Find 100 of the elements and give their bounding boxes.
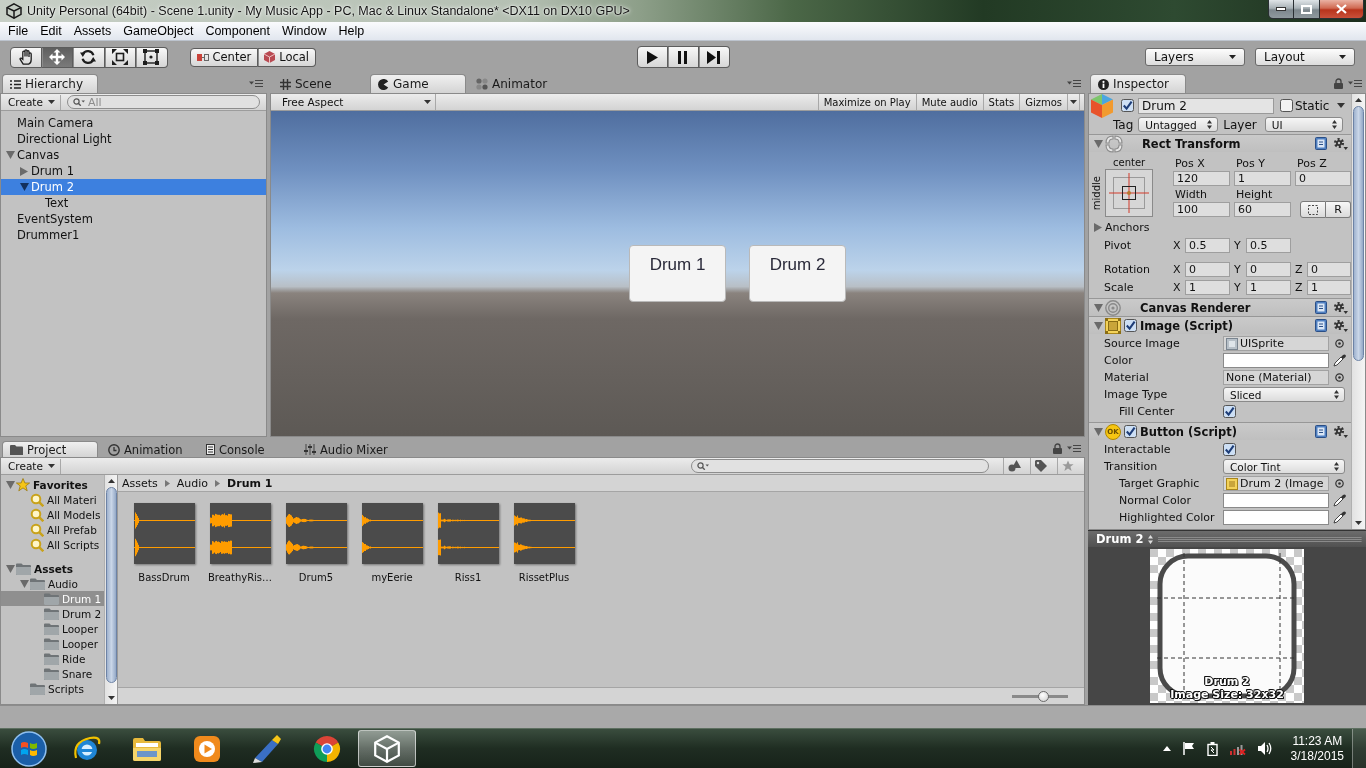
raw-edit-button[interactable]: R: [1326, 201, 1351, 218]
hierarchy-item[interactable]: Main Camera: [1, 115, 266, 131]
toolbar-toggle[interactable]: Maximize on Play: [817, 94, 916, 110]
color-field[interactable]: [1223, 510, 1329, 525]
color-field[interactable]: [1223, 353, 1329, 368]
taskbar-button[interactable]: [358, 730, 416, 767]
waveform-thumbnail[interactable]: [285, 503, 347, 564]
object-picker-icon[interactable]: [1335, 373, 1344, 382]
help-book-icon[interactable]: [1315, 301, 1327, 314]
project-tree-item[interactable]: Ride: [1, 651, 104, 666]
breadcrumb-item[interactable]: Audio: [176, 476, 209, 490]
clock-date[interactable]: 3/18/2015: [1290, 748, 1344, 764]
move-tool-button[interactable]: [41, 46, 73, 68]
number-field[interactable]: 1: [1185, 279, 1230, 295]
dropdown[interactable]: Color Tint: [1223, 459, 1345, 474]
scrollbar-thumb[interactable]: [1353, 106, 1364, 361]
number-field[interactable]: 0: [1246, 261, 1291, 277]
game-button[interactable]: Drum 2: [749, 245, 846, 302]
lock-icon[interactable]: [1334, 77, 1343, 89]
number-field[interactable]: 100: [1173, 202, 1230, 217]
rect-tool-button[interactable]: [136, 46, 168, 68]
help-book-icon[interactable]: [1315, 137, 1327, 150]
hierarchy-item[interactable]: Text: [1, 195, 266, 211]
panel-menu-icon[interactable]: [1348, 79, 1362, 87]
minimize-button[interactable]: [1268, 0, 1294, 19]
scale-tool-button[interactable]: [104, 46, 136, 68]
search-field[interactable]: [691, 459, 989, 473]
tab[interactable]: Scene: [272, 74, 368, 93]
disclosure-triangle-icon[interactable]: [1094, 139, 1103, 148]
tab[interactable]: Inspector: [1090, 74, 1186, 93]
tab[interactable]: Audio Mixer: [296, 441, 401, 457]
hierarchy-item[interactable]: Drum 2: [1, 179, 266, 195]
play-button[interactable]: [636, 46, 668, 68]
checkbox[interactable]: [1223, 405, 1236, 418]
slider-thumb[interactable]: [1038, 690, 1050, 702]
disclosure-triangle-icon[interactable]: [20, 166, 28, 176]
enable-checkbox[interactable]: [1124, 425, 1137, 438]
panel-menu-icon[interactable]: [249, 79, 263, 87]
dropdown-arrow-icon[interactable]: [1337, 103, 1345, 108]
pivot-rotation-button[interactable]: Local: [258, 47, 317, 67]
tab[interactable]: Animation: [100, 441, 196, 457]
waveform-thumbnail[interactable]: [437, 503, 499, 564]
project-tree-item[interactable]: All Models: [1, 507, 104, 522]
project-tree-item[interactable]: Snare: [1, 666, 104, 681]
disclosure-triangle-icon[interactable]: [20, 183, 29, 191]
tab[interactable]: Project: [2, 441, 98, 457]
aspect-dropdown[interactable]: Free Aspect: [276, 94, 436, 110]
active-checkbox[interactable]: [1121, 99, 1134, 112]
dropdown[interactable]: Sliced: [1223, 387, 1345, 402]
rotate-tool-button[interactable]: [73, 46, 105, 68]
number-field[interactable]: 1: [1234, 171, 1291, 186]
pause-button[interactable]: [667, 46, 699, 68]
disclosure-triangle-icon[interactable]: [6, 151, 15, 159]
toolbar-toggle[interactable]: Stats: [982, 94, 1020, 110]
shapes-icon[interactable]: [1007, 460, 1021, 472]
up-arrow-icon[interactable]: [1162, 746, 1171, 751]
help-book-icon[interactable]: [1315, 319, 1327, 332]
hierarchy-item[interactable]: EventSystem: [1, 211, 266, 227]
number-field[interactable]: 120: [1173, 171, 1230, 186]
layer-dropdown[interactable]: UI: [1264, 117, 1343, 132]
menu-item[interactable]: Help: [332, 24, 371, 38]
scrollbar-thumb[interactable]: [105, 487, 117, 683]
disclosure-triangle-icon[interactable]: [6, 564, 15, 573]
menu-item[interactable]: File: [2, 24, 35, 38]
panel-menu-icon[interactable]: [1067, 445, 1081, 452]
object-field[interactable]: Drum 2 (Image: [1223, 476, 1329, 491]
dropdown-button[interactable]: [1067, 94, 1080, 110]
project-tree-item[interactable]: Looper: [1, 636, 104, 651]
number-field[interactable]: 0: [1185, 261, 1230, 277]
project-tree-item[interactable]: Audio: [1, 576, 104, 591]
project-tree-item[interactable]: All Materi: [1, 492, 104, 507]
object-picker-icon[interactable]: [1335, 479, 1344, 488]
project-tree-item[interactable]: Scripts: [1, 681, 104, 696]
object-picker-icon[interactable]: [1335, 339, 1344, 348]
waveform-thumbnail[interactable]: [133, 503, 195, 564]
clock-time[interactable]: 11:23 AM: [1292, 733, 1343, 749]
lock-icon[interactable]: [1053, 443, 1062, 454]
hierarchy-item[interactable]: Directional Light: [1, 131, 266, 147]
number-field[interactable]: 60: [1234, 202, 1291, 217]
project-tree-item[interactable]: Drum 2: [1, 606, 104, 621]
tab[interactable]: Game: [370, 74, 466, 93]
preview-title[interactable]: Drum 2: [1096, 532, 1144, 546]
number-field[interactable]: 0.5: [1246, 237, 1291, 253]
number-field[interactable]: 1: [1246, 279, 1291, 295]
toolbar-toggle[interactable]: Gizmos: [1019, 94, 1067, 110]
battery-icon[interactable]: [1206, 741, 1218, 756]
tab[interactable]: Animator: [468, 74, 564, 93]
eyedropper-icon[interactable]: [1333, 354, 1346, 367]
disclosure-triangle-icon[interactable]: [1094, 427, 1103, 436]
disclosure-triangle-icon[interactable]: [20, 579, 29, 588]
color-field[interactable]: [1223, 493, 1329, 508]
layers-dropdown[interactable]: Layers: [1145, 48, 1245, 66]
waveform-thumbnail[interactable]: [513, 503, 575, 564]
tab[interactable]: Hierarchy: [2, 74, 98, 93]
object-field[interactable]: None (Material): [1223, 370, 1329, 385]
gear-icon[interactable]: [1333, 425, 1348, 438]
panel-menu-icon[interactable]: [1067, 79, 1081, 87]
breadcrumb-item[interactable]: Drum 1: [227, 476, 273, 490]
pivot-mode-button[interactable]: Center: [189, 47, 259, 67]
eyedropper-icon[interactable]: [1333, 511, 1346, 524]
